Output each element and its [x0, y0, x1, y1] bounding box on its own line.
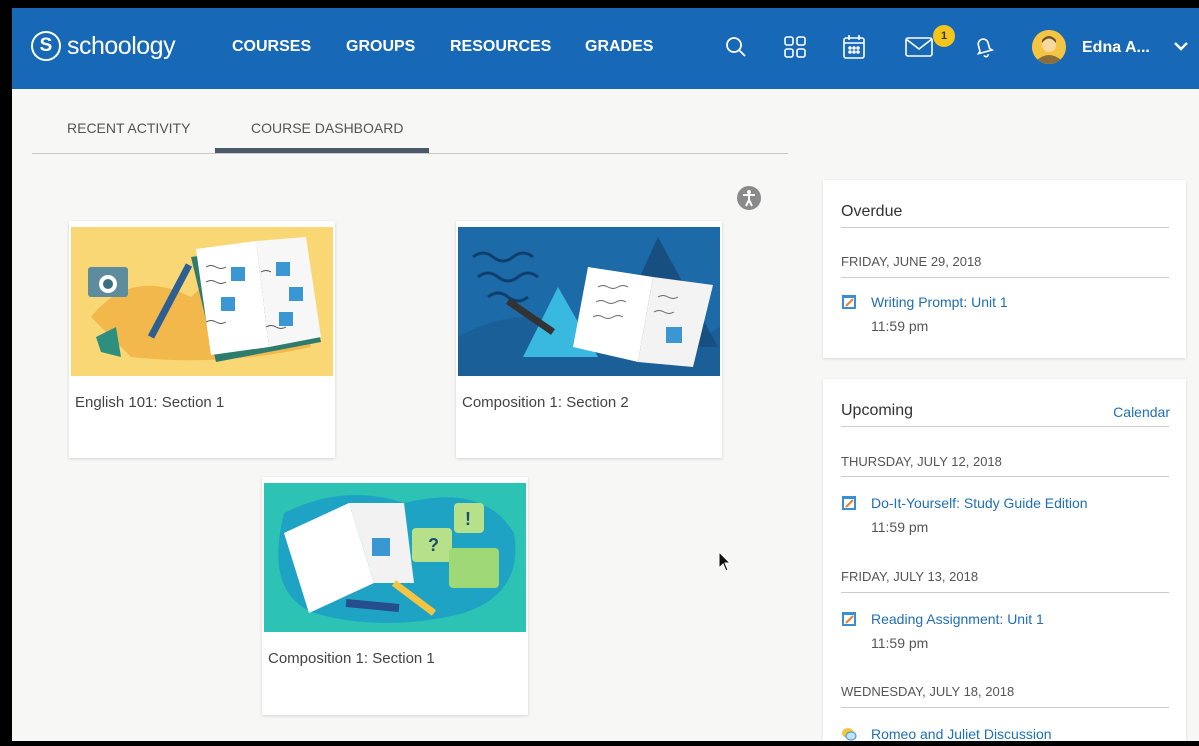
divider	[841, 707, 1169, 708]
bell-icon[interactable]	[967, 30, 1001, 64]
mouse-cursor-icon	[718, 550, 732, 578]
course-card-english-101[interactable]: English 101: Section 1	[69, 221, 335, 458]
top-navigation: S schoology COURSES GROUPS RESOURCES GRA…	[12, 8, 1199, 89]
active-tab-indicator	[215, 148, 429, 153]
course-image	[71, 227, 333, 376]
course-image: ? !	[264, 483, 526, 632]
apps-grid-icon[interactable]	[778, 30, 812, 64]
calendar-icon[interactable]	[837, 30, 871, 64]
overdue-panel: Overdue FRIDAY, JUNE 29, 2018 Writing Pr…	[823, 180, 1186, 358]
tab-recent-activity[interactable]: RECENT ACTIVITY	[67, 120, 190, 136]
assignment-icon	[841, 294, 857, 310]
divider	[841, 227, 1169, 228]
divider	[841, 277, 1169, 278]
course-card-composition-1-section-1[interactable]: ? ! Composition 1: Section 1	[262, 477, 528, 715]
tab-course-dashboard[interactable]: COURSE DASHBOARD	[251, 120, 403, 136]
overdue-date: FRIDAY, JUNE 29, 2018	[841, 254, 982, 269]
schoology-logo[interactable]: S schoology	[31, 28, 176, 64]
upcoming-item-link[interactable]: Do-It-Yourself: Study Guide Edition	[871, 495, 1088, 511]
accessibility-icon[interactable]	[737, 186, 761, 210]
upcoming-date: FRIDAY, JULY 13, 2018	[841, 569, 979, 584]
chevron-down-icon[interactable]	[1172, 34, 1190, 63]
divider	[841, 426, 1169, 427]
course-image	[458, 227, 720, 376]
svg-text:?: ?	[428, 535, 439, 555]
logo-text: schoology	[67, 31, 176, 60]
upcoming-title: Upcoming	[841, 402, 914, 419]
search-icon[interactable]	[719, 30, 753, 64]
upcoming-panel: Upcoming Calendar THURSDAY, JULY 12, 201…	[823, 379, 1186, 741]
upcoming-date: THURSDAY, JULY 12, 2018	[841, 454, 1002, 469]
course-card-composition-1-section-2[interactable]: Composition 1: Section 2	[456, 221, 722, 458]
svg-text:!: !	[465, 509, 471, 529]
nav-courses[interactable]: COURSES	[232, 38, 311, 56]
upcoming-item-link[interactable]: Reading Assignment: Unit 1	[871, 611, 1044, 627]
avatar[interactable]	[1032, 30, 1066, 64]
course-title: English 101: Section 1	[75, 394, 225, 411]
course-title: Composition 1: Section 1	[268, 650, 435, 667]
overdue-title: Overdue	[841, 203, 903, 220]
overdue-item-link[interactable]: Writing Prompt: Unit 1	[871, 294, 1008, 310]
divider	[841, 476, 1169, 477]
nav-groups[interactable]: GROUPS	[346, 38, 415, 56]
message-count-badge: 1	[933, 25, 955, 47]
upcoming-item-time: 11:59 pm	[871, 519, 929, 535]
course-title: Composition 1: Section 2	[462, 394, 629, 411]
assignment-icon	[841, 611, 857, 627]
calendar-link[interactable]: Calendar	[1113, 404, 1170, 420]
upcoming-item-link[interactable]: Romeo and Juliet Discussion	[871, 726, 1052, 741]
nav-resources[interactable]: RESOURCES	[450, 38, 551, 56]
overdue-item-time: 11:59 pm	[871, 318, 929, 334]
user-name[interactable]: Edna A...	[1082, 39, 1150, 57]
upcoming-item-time: 11:59 pm	[871, 635, 929, 651]
assignment-icon	[841, 495, 857, 511]
mail-icon[interactable]	[902, 30, 936, 64]
upcoming-date: WEDNESDAY, JULY 18, 2018	[841, 684, 1015, 699]
app-window: S schoology COURSES GROUPS RESOURCES GRA…	[12, 8, 1199, 741]
nav-grades[interactable]: GRADES	[585, 38, 653, 56]
discussion-icon	[841, 726, 857, 741]
divider	[841, 592, 1169, 593]
dashboard-tabs: RECENT ACTIVITY COURSE DASHBOARD	[32, 108, 788, 154]
logo-mark: S	[31, 31, 61, 61]
